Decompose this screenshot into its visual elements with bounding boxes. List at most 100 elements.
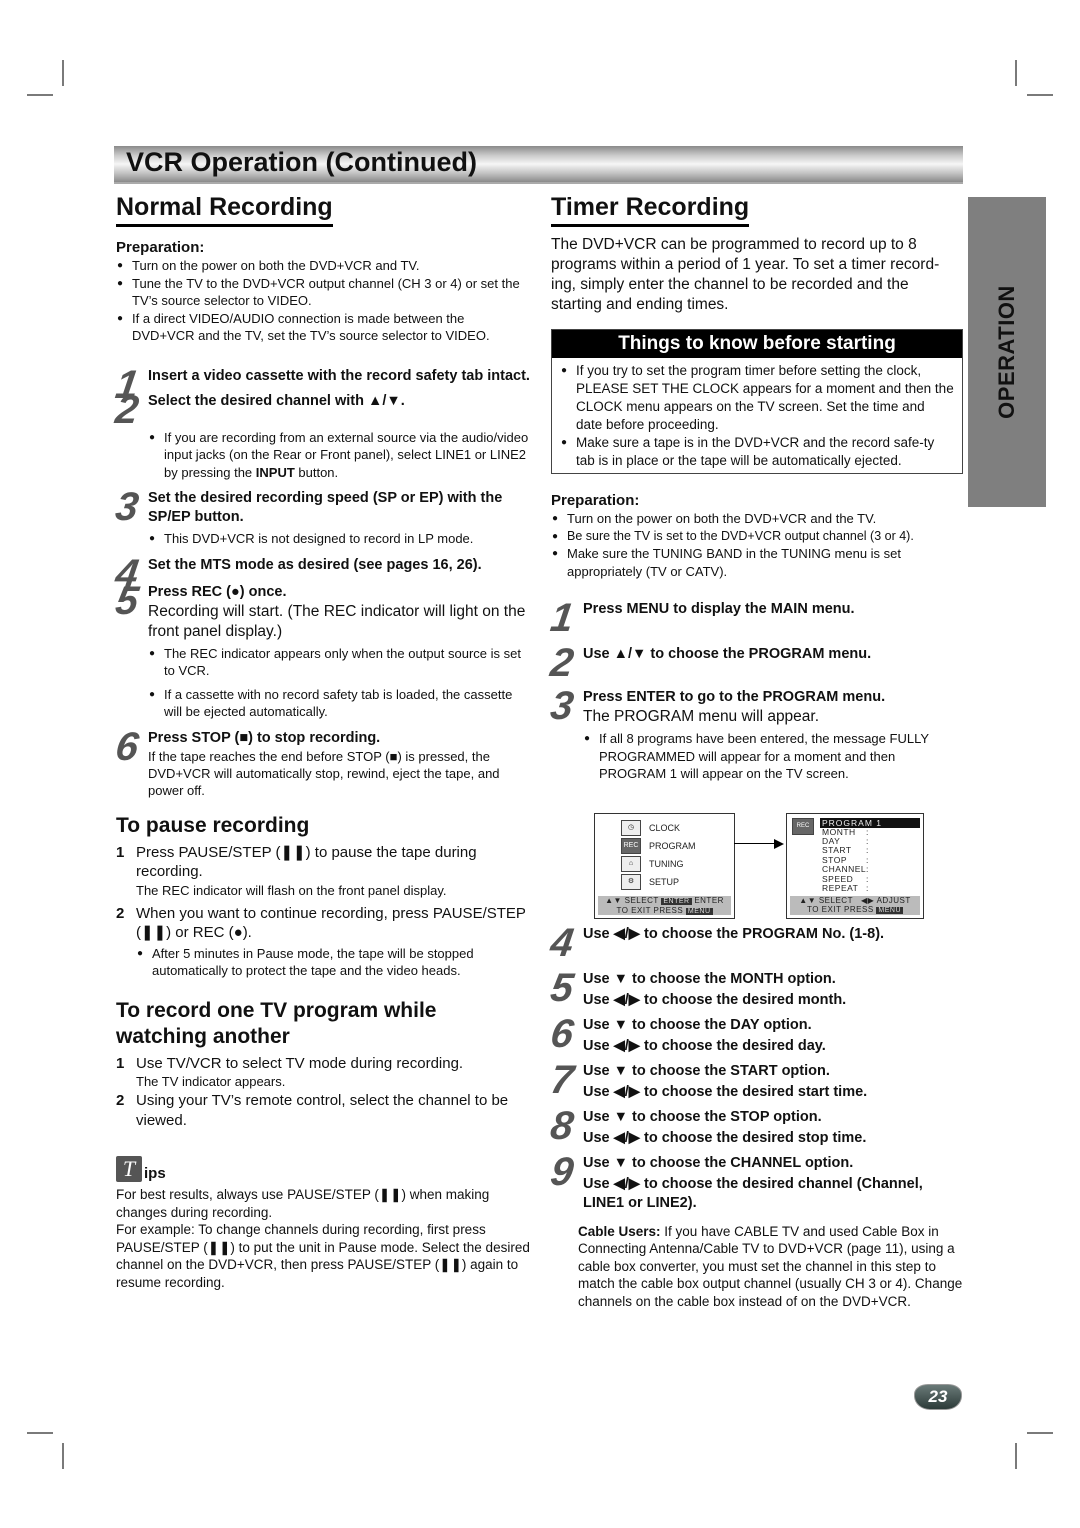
timer-step-6: 6 Use ▼ to choose the DAY option. Use ◀/… [547,1011,963,1056]
step-1: 1 Insert a video cassette with the recor… [113,363,530,407]
step-body: If the tape reaches the end before STOP … [148,748,500,798]
list-item: If you try to set the program timer befo… [560,362,954,434]
clock-icon: ◷ [621,819,641,836]
step-title: Select the desired channel with ▲/▼. [148,392,405,409]
tips-paragraph: For example: To change channels during r… [116,1222,530,1290]
tips-label: ips [144,1165,166,1182]
page-header: VCR Operation (Continued) [114,146,963,184]
step-title: Use ▼ to choose the START option. [583,1062,830,1079]
preparation-label: Preparation: [551,492,640,509]
step-title: Press ENTER to go to the PROGRAM menu. [583,689,886,705]
step-number: 8 [547,1103,577,1148]
record-while-watching-list: 1 Use TV/VCR to select TV mode during re… [116,1054,530,1131]
pause-recording-list: 1 Press PAUSE/STEP (❚❚) to pause the tap… [116,843,530,980]
step-number: 5 [547,965,577,1010]
page-number-badge: 23 [914,1384,962,1410]
step-2: 2 Select the desired channel with ▲/▼. I… [112,387,530,482]
step-body: The PROGRAM menu will appear. [583,708,820,725]
step-body: Recording will start. (The REC indicator… [148,602,526,640]
things-to-know-title: Things to know before starting [552,330,962,358]
list-item: 1 Use TV/VCR to select TV mode during re… [116,1054,464,1090]
osd-program-menu: REC PROGRAM 1 MONTH: DAY: START: STOP: C… [786,812,924,919]
timer-intro: The DVD+VCR can be programmed to record … [551,236,940,313]
step-title: Press STOP (■) to stop recording. [148,729,381,746]
step-title: Use ◀/▶ to choose the desired stop time. [583,1129,867,1146]
step-number: 2 [112,387,142,432]
rec-icon: REC [621,837,641,854]
timer-step-3: 3 Press ENTER to go to the PROGRAM menu.… [547,684,963,783]
crop-mark [1027,1432,1053,1434]
list-item: Turn on the power on both the DVD+VCR an… [551,510,963,528]
step-number: 1 [547,596,577,640]
record-while-watching-title: To record one TV program while watching … [116,998,437,1048]
tips-icon: T [116,1156,142,1182]
osd-main-menu: ◷ CLOCK REC PROGRAM ⌂ TUNING ⚙ SETUP ▲▼ … [594,812,735,919]
crop-mark [1027,94,1053,96]
list-item: If a direct VIDEO/AUDIO connection is ma… [116,310,530,345]
side-tab-label: OPERATION [994,285,1019,419]
crop-mark [27,1432,53,1434]
step-5: 5 Press REC (●) once. Recording will sta… [113,579,530,721]
arrow-icon [734,839,784,847]
step-title: Insert a video cassette with the record … [148,367,530,384]
rec-icon: REC [792,817,814,835]
section-side-tab: OPERATION [968,197,1046,507]
timer-step-7: 7 Use ▼ to choose the START option. Use … [547,1057,963,1102]
list-item: 2 When you want to continue recording, p… [116,904,530,980]
tuning-icon: ⌂ [621,855,641,872]
timer-step-1: 1 Press MENU to display the MAIN menu. [548,596,963,640]
tips-section: T ips For best results, always use PAUSE… [116,1156,530,1291]
step-note: The REC indicator appears only when the … [148,645,530,680]
crop-mark [1015,60,1017,86]
step-number: 3 [547,684,577,728]
list-item: 1 Press PAUSE/STEP (❚❚) to pause the tap… [116,843,477,898]
timer-recording-title: Timer Recording [551,192,750,227]
step-number: 9 [547,1149,577,1194]
osd-footer: ▲▼ SELECT ◀▶ ADJUST TO EXIT PRESS MENU [790,895,920,915]
cable-users-note: Cable Users: If you have CABLE TV and us… [578,1223,963,1309]
list-item: Tune the TV to the DVD+VCR output channe… [116,275,530,310]
osd-footer: ▲▼ SELECT ENTER ENTER TO EXIT PRESS MENU [598,895,731,915]
page-title: VCR Operation (Continued) [126,147,477,177]
step-title: Use ◀/▶ to choose the desired start time… [583,1083,868,1100]
step-number: 7 [547,1057,577,1102]
list-item: Turn on the power on both the DVD+VCR an… [116,257,530,275]
timer-recording-column: Timer Recording The DVD+VCR can be progr… [547,192,963,1310]
step-number: 2 [547,641,577,685]
step-note: This DVD+VCR is not designed to record i… [148,530,530,548]
step-number: 4 [547,920,577,965]
step-title: Use ▼ to choose the DAY option. [583,1016,812,1033]
normal-recording-title: Normal Recording [116,192,333,227]
preparation-list: Turn on the power on both the DVD+VCR an… [551,510,963,580]
timer-step-8: 8 Use ▼ to choose the STOP option. Use ◀… [547,1103,963,1148]
step-title: Use ◀/▶ to choose the desired channel (C… [583,1175,923,1211]
step-title: Use ◀/▶ to choose the desired month. [583,991,847,1008]
preparation-label: Preparation: [116,239,205,256]
list-item: 2 Using your TV’s remote control, select… [116,1092,509,1129]
things-to-know-box: Things to know before starting If you tr… [551,329,963,474]
step-title: Set the desired recording speed (SP or E… [148,490,503,525]
step-note: If a cassette with no record safety tab … [148,686,530,721]
timer-step-9: 9 Use ▼ to choose the CHANNEL option. Us… [547,1149,963,1213]
step-title: Use ◀/▶ to choose the PROGRAM No. (1-8). [583,925,885,942]
step-6: 6 Press STOP (■) to stop recording. If t… [112,724,530,799]
crop-mark [62,60,64,86]
setup-icon: ⚙ [621,873,641,890]
normal-recording-column: Normal Recording Preparation: Turn on th… [112,192,530,1291]
list-item: Be sure the TV is set to the DVD+VCR out… [551,528,963,546]
crop-mark [27,94,53,96]
step-title: Use ▲/▼ to choose the PROGRAM menu. [583,646,872,662]
timer-step-4: 4 Use ◀/▶ to choose the PROGRAM No. (1-8… [548,921,963,965]
step-title: Press MENU to display the MAIN menu. [583,601,855,617]
step-title: Use ▼ to choose the MONTH option. [583,970,836,987]
step-number: 6 [112,724,142,769]
pause-recording-title: To pause recording [116,813,310,837]
step-title: Press REC (●) once. [148,583,287,600]
osd-menu-item: ⌂ TUNING [621,855,684,872]
tips-paragraph: For best results, always use PAUSE/STEP … [116,1187,490,1220]
crop-mark [62,1443,64,1469]
step-note: If all 8 programs have been entered, the… [583,730,963,783]
step-number: 6 [547,1011,577,1056]
list-item: Make sure the TUNING BAND in the TUNING … [551,545,963,580]
step-title: Use ◀/▶ to choose the desired day. [583,1037,826,1054]
